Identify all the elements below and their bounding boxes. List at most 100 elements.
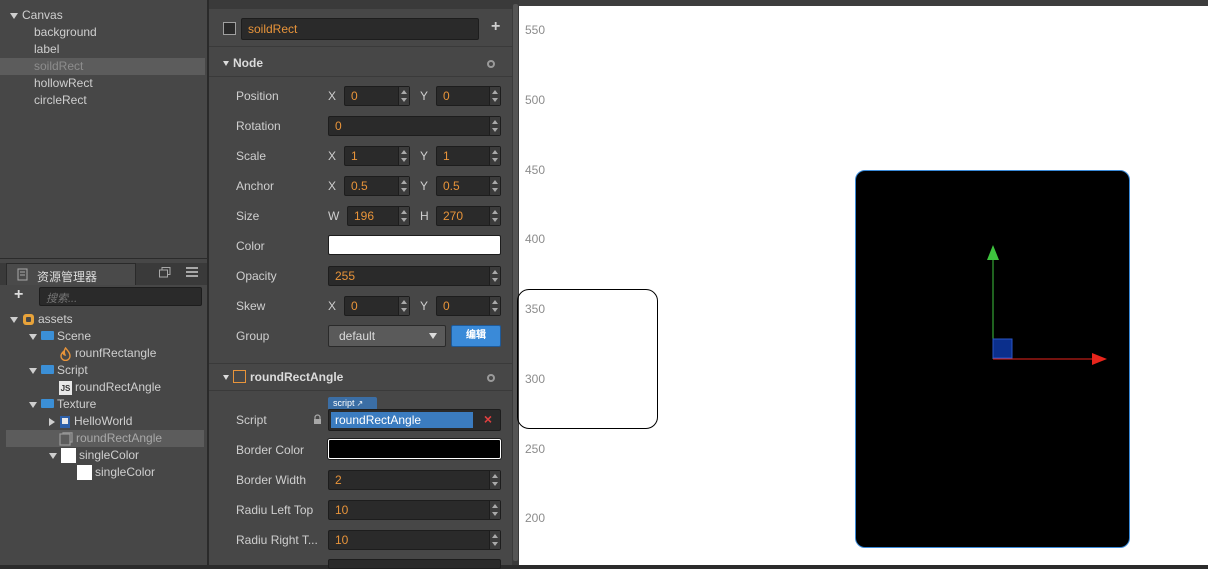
tree-item-hollowrect[interactable]: hollowRect [0, 75, 205, 92]
chevron-down-icon[interactable] [49, 452, 57, 459]
inspector-panel: soildRect + Node Position X 0 Y 0 Rotati… [208, 0, 513, 569]
stepper[interactable] [489, 471, 500, 489]
node-active-checkbox[interactable] [223, 22, 236, 35]
chevron-down-icon[interactable] [29, 367, 37, 374]
y-axis-arrow[interactable] [987, 245, 999, 260]
stepper[interactable] [398, 297, 409, 315]
anchor-x-input[interactable]: 0.5 [344, 176, 410, 196]
scrollbar-thumb[interactable] [513, 4, 518, 561]
component-section-header[interactable]: roundRectAngle [209, 365, 513, 389]
tree-item-texture-folder[interactable]: Texture [29, 396, 96, 413]
stepper[interactable] [489, 531, 500, 549]
gear-icon[interactable] [487, 374, 495, 382]
gear-icon[interactable] [487, 60, 495, 68]
chevron-down-icon[interactable] [29, 401, 37, 408]
script-tag: script ↗ [328, 397, 377, 409]
color-label: Color [236, 239, 265, 253]
stepper[interactable] [398, 147, 409, 165]
chevron-down-icon[interactable] [223, 375, 229, 381]
edit-group-button[interactable]: 编辑 [451, 325, 501, 347]
add-component-button[interactable]: + [491, 18, 500, 36]
stepper[interactable] [489, 177, 500, 195]
inspector-scrollbar[interactable] [512, 0, 519, 565]
stepper[interactable] [398, 207, 409, 225]
node-name-input[interactable]: soildRect [241, 18, 479, 40]
image-icon [60, 415, 70, 428]
tree-item-soildrect[interactable]: soildRect [0, 58, 205, 75]
chevron-down-icon[interactable] [29, 333, 37, 340]
tree-item-scene-file[interactable]: rounfRectangle [59, 345, 156, 362]
stepper[interactable] [489, 87, 500, 105]
stepper[interactable] [489, 297, 500, 315]
script-value: roundRectAngle [331, 412, 473, 428]
scale-x-input[interactable]: 1 [344, 146, 410, 166]
tree-item-circlerect[interactable]: circleRect [0, 92, 205, 109]
stepper[interactable] [489, 501, 500, 519]
position-y-input[interactable]: 0 [436, 86, 501, 106]
tree-item-singlecolor-sprite[interactable]: singleColor [77, 464, 155, 481]
anchor-y-input[interactable]: 0.5 [436, 176, 501, 196]
border-color-swatch[interactable] [328, 439, 501, 459]
radius-left-top-label: Radiu Left Top [236, 503, 314, 517]
hollow-rect-node[interactable] [517, 289, 658, 429]
node-tree-panel: Canvas background label soildRect hollow… [0, 0, 208, 258]
asset-search-input[interactable]: 搜索... [39, 287, 202, 306]
position-x-input[interactable]: 0 [344, 86, 410, 106]
tree-item-roundrectangle-texture[interactable]: roundRectAngle [6, 430, 204, 447]
divider [209, 46, 513, 47]
chevron-down-icon[interactable] [10, 316, 18, 323]
move-gizmo[interactable] [980, 240, 1110, 366]
menu-icon[interactable] [186, 267, 198, 277]
radius-right-top-input[interactable]: 10 [328, 530, 501, 550]
axis-x-label: X [328, 149, 337, 163]
chevron-down-icon[interactable] [10, 12, 18, 19]
tree-item-label-node[interactable]: label [0, 41, 205, 58]
scale-y-input[interactable]: 1 [436, 146, 501, 166]
stepper[interactable] [489, 147, 500, 165]
tree-item-assets[interactable]: assets [10, 311, 73, 328]
search-placeholder: 搜索... [46, 293, 78, 305]
add-asset-button[interactable]: + [14, 286, 23, 304]
tree-item-scene-folder[interactable]: Scene [29, 328, 91, 345]
tab-assets[interactable]: 资源管理器 [6, 263, 136, 285]
tree-item-singlecolor-folder[interactable]: singleColor [49, 447, 139, 464]
axis-x-label: X [328, 89, 337, 103]
value: 0 [351, 89, 358, 103]
skew-y-input[interactable]: 0 [436, 296, 501, 316]
stepper[interactable] [489, 267, 500, 285]
tree-item-script-file[interactable]: JS roundRectAngle [59, 379, 161, 396]
x-axis-arrow[interactable] [1092, 353, 1107, 365]
tree-item-script-folder[interactable]: Script [29, 362, 88, 379]
tree-item-canvas[interactable]: Canvas [0, 7, 205, 24]
radius-left-top-input[interactable]: 10 [328, 500, 501, 520]
skew-x-input[interactable]: 0 [344, 296, 410, 316]
value: 10 [335, 533, 349, 547]
size-h-input[interactable]: 270 [436, 206, 501, 226]
group-select[interactable]: default [328, 325, 446, 347]
border-width-input[interactable]: 2 [328, 470, 501, 490]
chevron-down-icon[interactable] [223, 61, 229, 67]
stepper[interactable] [398, 87, 409, 105]
tree-item-label: roundRectAngle [75, 380, 162, 394]
node-section-header[interactable]: Node [209, 51, 513, 75]
tree-item-background[interactable]: background [0, 24, 205, 41]
next-field-input[interactable] [328, 559, 501, 569]
color-swatch[interactable] [328, 235, 501, 255]
anchor-handle[interactable] [992, 338, 1013, 359]
stepper[interactable] [489, 207, 500, 225]
axis-y-label: Y [420, 299, 429, 313]
script-field[interactable]: roundRectAngle × [328, 409, 501, 431]
opacity-input[interactable]: 255 [328, 266, 501, 286]
external-link-icon[interactable]: ↗ [357, 399, 364, 408]
popout-icon[interactable] [159, 267, 171, 278]
rotation-input[interactable]: 0 [328, 116, 501, 136]
component-enabled-checkbox[interactable] [233, 370, 246, 384]
border-color-label: Border Color [236, 443, 305, 457]
remove-script-icon[interactable]: × [484, 411, 492, 427]
ruler-tick: 450 [525, 163, 546, 177]
stepper[interactable] [489, 117, 500, 135]
tree-item-helloworld[interactable]: HelloWorld [49, 413, 132, 430]
chevron-right-icon[interactable] [49, 417, 55, 426]
stepper[interactable] [398, 177, 409, 195]
size-w-input[interactable]: 196 [347, 206, 410, 226]
